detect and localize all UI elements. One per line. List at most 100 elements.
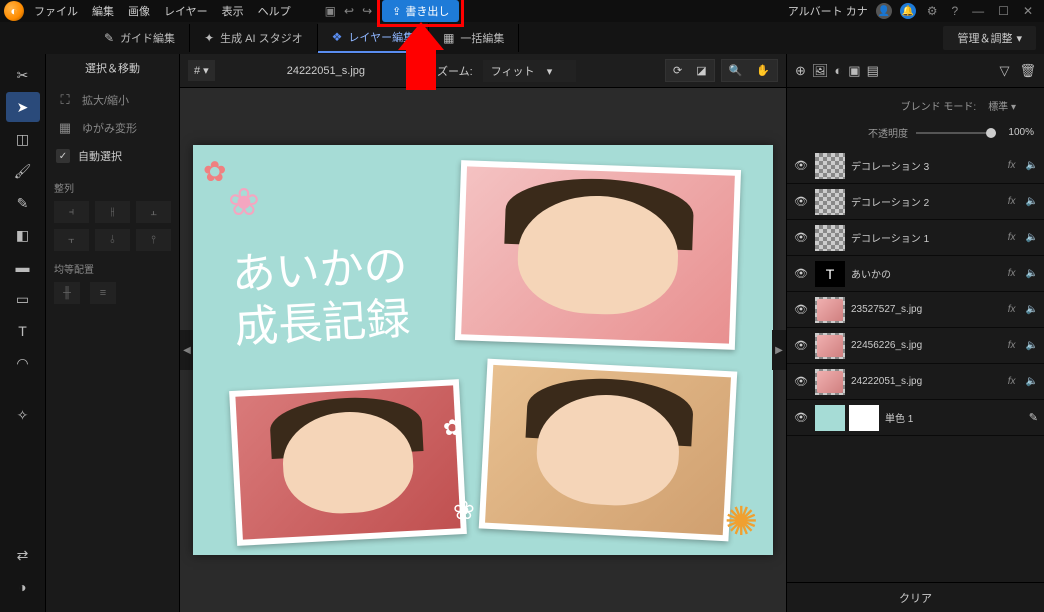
close-icon[interactable]: ✕ <box>1023 4 1033 18</box>
effects-tool[interactable]: ✧ <box>6 400 40 430</box>
autoselect-option[interactable]: ✓ 自動選択 <box>54 142 171 170</box>
mask-icon[interactable]: ◐ <box>834 63 842 79</box>
menu-file[interactable]: ファイル <box>34 3 78 19</box>
visibility-icon[interactable]: 👁 <box>793 303 809 316</box>
trash-icon[interactable]: 🗑 <box>1019 63 1036 79</box>
speaker-icon[interactable]: 🔈 <box>1026 232 1038 243</box>
user-name[interactable]: アルバート カナ <box>788 3 868 19</box>
menu-help[interactable]: ヘルプ <box>258 3 291 19</box>
zoom-button[interactable]: 🔍 <box>722 60 750 81</box>
align-top[interactable]: ⫟ <box>54 229 89 251</box>
mode-layer[interactable]: ❖ レイヤー編集 <box>318 23 429 53</box>
distribute-h[interactable]: ╫ <box>54 282 80 304</box>
settings-icon[interactable]: ⚙ <box>927 4 938 18</box>
speaker-icon[interactable]: 🔈 <box>1026 196 1038 207</box>
layer-row[interactable]: 👁22456226_s.jpgfx🔈 <box>787 328 1044 364</box>
mode-guide[interactable]: ✎ ガイド編集 <box>90 24 190 52</box>
menu-view[interactable]: 表示 <box>222 3 244 19</box>
scale-option[interactable]: ⛶ 拡大/縮小 <box>54 86 171 114</box>
layer-thumb <box>815 333 845 359</box>
blur-tool[interactable]: ◠ <box>6 348 40 378</box>
adjust-icon[interactable]: ▣ <box>848 63 860 79</box>
speaker-icon[interactable]: 🔈 <box>1026 304 1038 315</box>
add-layer-icon[interactable]: ⊕ <box>795 63 806 79</box>
menu-layer[interactable]: レイヤー <box>164 3 208 19</box>
opacity-slider[interactable] <box>916 132 996 134</box>
color-tool[interactable]: ◑ <box>6 572 40 602</box>
manage-adjust-button[interactable]: 管理＆調整▾ <box>943 26 1036 50</box>
expand-left[interactable]: ◀ <box>180 330 194 370</box>
pan-button[interactable]: ✋ <box>749 60 777 81</box>
add-image-icon[interactable]: 🖼 <box>812 63 829 79</box>
move-tool[interactable]: ➤ <box>6 92 40 122</box>
brush-tool[interactable]: 🖌 <box>6 156 40 186</box>
blend-select[interactable]: 標準 ▾ <box>984 96 1034 115</box>
select-tool[interactable]: ◫ <box>6 124 40 154</box>
visibility-icon[interactable]: 👁 <box>793 339 809 352</box>
undo-icon[interactable]: ↩ <box>344 4 354 18</box>
visibility-icon[interactable]: 👁 <box>793 375 809 388</box>
layer-row[interactable]: 👁Tあいかのfx🔈 <box>787 256 1044 292</box>
visibility-icon[interactable]: 👁 <box>793 159 809 172</box>
help-icon[interactable]: ? <box>951 4 958 18</box>
rotate-button[interactable]: ⟳ <box>666 60 689 81</box>
minimize-icon[interactable]: — <box>972 4 984 18</box>
visibility-icon[interactable]: 👁 <box>793 411 809 424</box>
layer-name: あいかの <box>851 266 1002 281</box>
mode-batch[interactable]: ▦ 一括編集 <box>429 24 519 52</box>
visibility-icon[interactable]: 👁 <box>793 195 809 208</box>
app-logo[interactable]: ◐ <box>4 1 24 21</box>
speaker-icon[interactable]: 🔈 <box>1026 160 1038 171</box>
text-tool[interactable]: T <box>6 316 40 346</box>
save-icon[interactable]: ▣ <box>325 4 336 18</box>
shape-tool[interactable]: ▭ <box>6 284 40 314</box>
align-right[interactable]: ⫠ <box>136 201 171 223</box>
canvas-text: あいかの 成長記録 <box>230 240 411 355</box>
flip-button[interactable]: ◪ <box>689 60 713 81</box>
distribute-v[interactable]: ≡ <box>90 282 116 304</box>
zoom-select[interactable]: フィット ▾ <box>483 60 577 82</box>
grid-button[interactable]: # ▾ <box>188 60 215 81</box>
clear-button[interactable]: クリア <box>859 586 972 610</box>
expand-right[interactable]: ▶ <box>772 330 786 370</box>
mode-ai[interactable]: ✦ 生成 AI スタジオ <box>190 24 318 52</box>
layer-row[interactable]: 👁デコレーション 3fx🔈 <box>787 148 1044 184</box>
grid-icon: ▦ <box>443 31 454 45</box>
menu-image[interactable]: 画像 <box>128 3 150 19</box>
layer-name: デコレーション 1 <box>851 230 1002 245</box>
layer-row[interactable]: 👁デコレーション 1fx🔈 <box>787 220 1044 256</box>
swap-tool[interactable]: ⇄ <box>6 540 40 570</box>
layer-row[interactable]: 👁23527527_s.jpgfx🔈 <box>787 292 1044 328</box>
redo-icon[interactable]: ↪ <box>362 4 372 18</box>
export-button[interactable]: ⇪ 書き出し <box>382 0 459 22</box>
maximize-icon[interactable]: ☐ <box>998 4 1009 18</box>
pen-tool[interactable]: ✎ <box>6 188 40 218</box>
visibility-icon[interactable]: 👁 <box>793 267 809 280</box>
speaker-icon[interactable]: 🔈 <box>1026 268 1038 279</box>
align-vcenter[interactable]: ⫰ <box>95 229 130 251</box>
canvas[interactable]: ✿ ❀ あいかの 成長記録 ✿ ❀ ✺ <box>193 145 773 555</box>
user-avatar-icon[interactable]: 👤 <box>876 3 892 19</box>
fill-tool[interactable]: ▬ <box>6 252 40 282</box>
menu-edit[interactable]: 編集 <box>92 3 114 19</box>
mode-ai-label: 生成 AI スタジオ <box>220 30 303 46</box>
checkbox-icon[interactable]: ✓ <box>56 149 70 163</box>
align-bottom[interactable]: ⫯ <box>136 229 171 251</box>
layer-row[interactable]: 👁デコレーション 2fx🔈 <box>787 184 1044 220</box>
notification-icon[interactable]: 🔔 <box>900 3 916 19</box>
filter-icon[interactable]: ▽ <box>999 63 1009 79</box>
erase-tool[interactable]: ◧ <box>6 220 40 250</box>
align-hcenter[interactable]: ⫲ <box>95 201 130 223</box>
list-icon[interactable]: ▤ <box>867 63 879 79</box>
crop-tool[interactable]: ✂ <box>6 60 40 90</box>
visibility-icon[interactable]: 👁 <box>793 231 809 244</box>
warp-option[interactable]: ▦ ゆがみ変形 <box>54 114 171 142</box>
layer-row[interactable]: 👁単色 1✎ <box>787 400 1044 436</box>
speaker-icon[interactable]: 🔈 <box>1026 340 1038 351</box>
layer-row[interactable]: 👁24222051_s.jpgfx🔈 <box>787 364 1044 400</box>
align-left[interactable]: ⫞ <box>54 201 89 223</box>
center-area: # ▾ 24222051_s.jpg ズーム: フィット ▾ ⟳ ◪ 🔍 ✋ ◀… <box>180 54 786 612</box>
canvas-area[interactable]: ◀ ✿ ❀ あいかの 成長記録 ✿ ❀ ✺ ▶ <box>180 88 786 612</box>
edit-icon[interactable]: ✎ <box>1029 411 1038 424</box>
speaker-icon[interactable]: 🔈 <box>1026 376 1038 387</box>
